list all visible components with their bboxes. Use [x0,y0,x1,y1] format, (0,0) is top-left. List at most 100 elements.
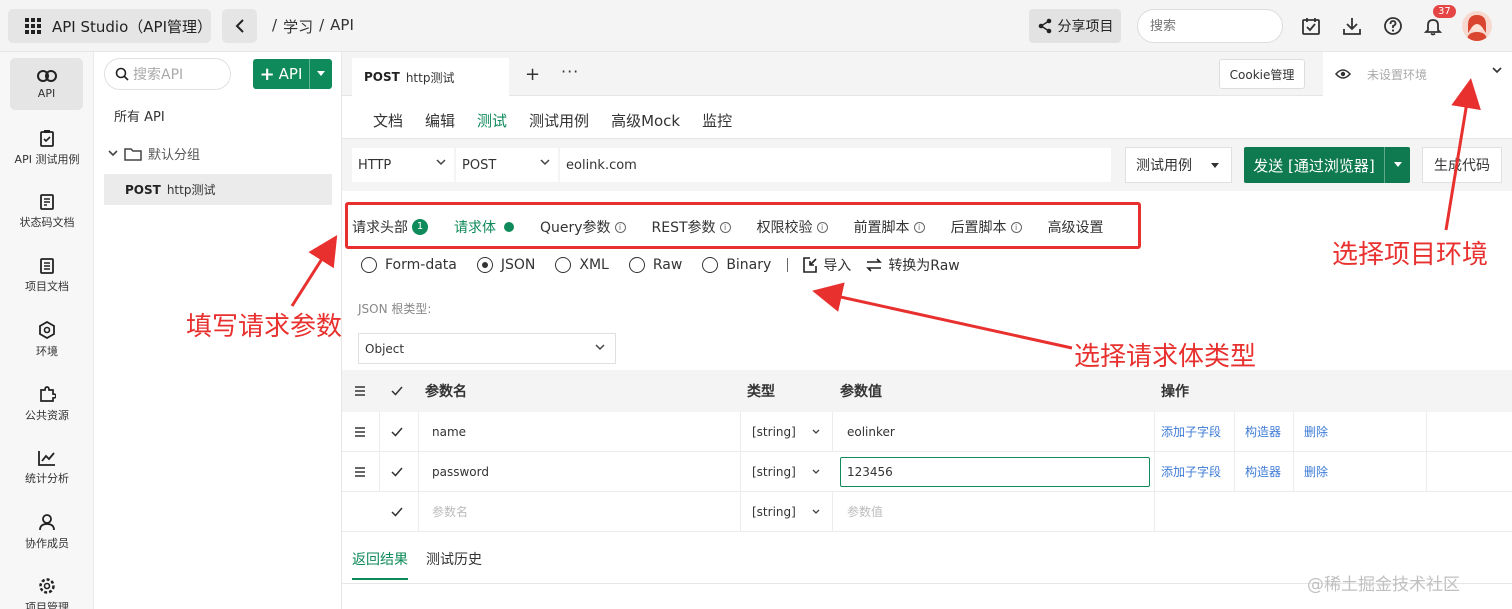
radio-xml[interactable]: XML [555,257,609,273]
tab-advanced-mock[interactable]: 高级Mock [611,110,680,140]
environment-select[interactable]: 未设置环境 [1323,52,1512,96]
tab-auth[interactable]: 权限校验 i [757,217,828,237]
constructor-link[interactable]: 构造器 [1245,412,1281,451]
import-button[interactable]: 导入 [802,255,851,275]
protocol-select[interactable]: HTTP [352,148,454,182]
param-value-placeholder[interactable]: 参数值 [847,492,883,531]
delete-link[interactable]: 删除 [1304,412,1328,451]
help-icon[interactable] [1382,15,1404,37]
drag-handle-icon[interactable] [354,412,366,451]
rail-item-members[interactable]: 协作成员 [0,506,94,558]
tab-advanced-settings[interactable]: 高级设置 [1048,217,1104,237]
tree-api-item[interactable]: POST http测试 [104,174,332,205]
method-value: POST [462,157,497,173]
param-type-select[interactable]: [string] [752,452,796,491]
test-case-select[interactable]: 测试用例 [1125,147,1232,183]
chevron-left-icon [234,19,246,33]
row-checkbox[interactable] [391,492,403,531]
download-icon[interactable] [1341,15,1363,37]
check-all-icon[interactable] [391,370,403,412]
radio-binary[interactable]: Binary [702,257,771,273]
new-tab-button[interactable]: + [525,64,540,85]
breadcrumb-item-project[interactable]: 学习 [283,16,313,37]
row-checkbox[interactable] [391,452,403,491]
tab-rest-params[interactable]: REST参数 i [652,217,731,237]
watermark: @稀土掘金技术社区 [1307,575,1460,595]
radio-json[interactable]: JSON [476,257,536,273]
add-child-field-link[interactable]: 添加子字段 [1161,412,1221,451]
tab-post-script[interactable]: 后置脚本 i [951,217,1022,237]
cookie-manager-button[interactable]: Cookie管理 [1219,59,1305,89]
tab-method: POST [364,70,400,84]
tree-all-apis[interactable]: 所有 API [114,106,165,125]
back-button[interactable] [222,9,257,43]
tree-group-default[interactable]: 默认分组 [108,144,200,163]
info-icon: i [1010,221,1022,233]
rail-item-label: 项目文档 [25,280,69,293]
calendar-check-icon[interactable] [1300,15,1322,37]
drag-all-icon[interactable] [354,370,366,412]
tab-test-cases[interactable]: 测试用例 [529,110,589,140]
rail-item-api[interactable]: API [10,58,83,110]
param-name-placeholder[interactable]: 参数名 [432,492,468,531]
rail-item-statistics[interactable]: 统计分析 [0,442,94,494]
document-icon [40,194,54,210]
rail-item-environment[interactable]: 环境 [0,314,94,366]
rail-item-public-resources[interactable]: 公共资源 [0,378,94,430]
method-select[interactable]: POST [456,148,558,182]
rail-item-api-test-cases[interactable]: API 测试用例 [0,122,94,174]
avatar[interactable] [1462,11,1492,41]
url-input[interactable]: eolink.com [560,148,1111,182]
tab-response[interactable]: 返回结果 [352,549,408,580]
tab-docs[interactable]: 文档 [373,110,403,140]
row-checkbox[interactable] [391,412,403,451]
send-button[interactable]: 发送 [通过浏览器] [1244,147,1410,183]
param-name-field[interactable]: password [432,452,489,491]
breadcrumb-item-api[interactable]: API [330,16,354,37]
tab-request-headers[interactable]: 请求头部 1 [352,217,428,237]
tab-pre-script[interactable]: 前置脚本 i [854,217,925,237]
tab-test[interactable]: 测试 [477,110,508,140]
app-switcher-button[interactable]: API Studio（API管理） [8,9,212,43]
param-type-select[interactable]: [string] [752,492,796,531]
global-search-input[interactable] [1137,9,1283,43]
radio-raw[interactable]: Raw [628,257,682,273]
api-search-input[interactable]: 搜索API [104,58,231,90]
add-api-button[interactable]: + API [253,59,332,89]
test-case-label: 测试用例 [1136,158,1192,174]
drag-handle-icon[interactable] [354,452,366,491]
tab-api-http-test[interactable]: POST http测试 [352,58,509,96]
rail-item-project-settings[interactable]: 项目管理 [0,570,94,609]
annotation-fill-params: 填写请求参数 [186,312,343,342]
tab-test-history[interactable]: 测试历史 [426,549,482,580]
chevron-down-icon[interactable] [309,59,331,89]
add-child-field-link[interactable]: 添加子字段 [1161,452,1221,491]
bell-icon[interactable] [1422,15,1444,37]
convert-to-raw-button[interactable]: 转换为Raw [865,255,960,275]
chevron-down-icon [812,412,820,451]
constructor-link[interactable]: 构造器 [1245,452,1281,491]
json-root-label: JSON 根类型: [358,302,432,316]
caret-down-icon[interactable] [1384,147,1410,183]
more-tabs-button[interactable]: ··· [561,62,579,81]
rail-item-project-docs[interactable]: 项目文档 [0,250,94,302]
breadcrumb-sep: / [319,16,325,34]
tab-edit[interactable]: 编辑 [425,110,455,140]
tab-request-body[interactable]: 请求体 [454,217,514,237]
radio-form-data[interactable]: Form-data [361,257,457,273]
req-tab-label: 请求体 [454,220,496,236]
tab-strip: POST http测试 + ··· Cookie管理 未设置环境 [342,52,1512,96]
tab-query-params[interactable]: Query参数 i [540,217,626,237]
generate-code-button[interactable]: 生成代码 [1422,147,1502,183]
json-root-select[interactable]: Object [358,333,616,364]
param-value-input[interactable]: 123456 [840,457,1150,487]
param-type-select[interactable]: [string] [752,412,796,451]
delete-link[interactable]: 删除 [1304,452,1328,491]
info-icon: i [913,221,925,233]
share-project-button[interactable]: 分享项目 [1029,9,1121,43]
radio-label: JSON [500,257,536,273]
param-name-field[interactable]: name [432,412,466,451]
rail-item-status-docs[interactable]: 状态码文档 [0,186,94,238]
tab-monitor[interactable]: 监控 [702,110,732,140]
param-value-field[interactable]: eolinker [847,412,895,451]
